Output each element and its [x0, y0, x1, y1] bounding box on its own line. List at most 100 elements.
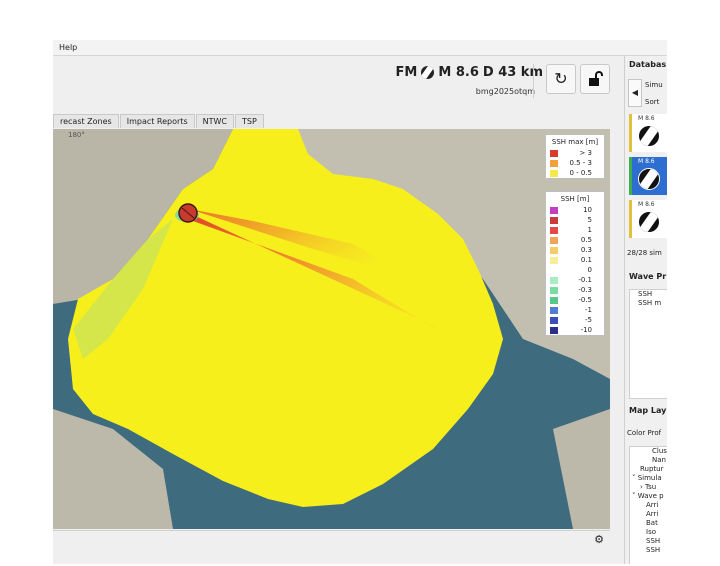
menu-help[interactable]: Help	[59, 43, 77, 52]
tab-tsp[interactable]: TSP	[235, 114, 264, 128]
application-window: Help FM M 8.6 D 43 km bmg2025otqm ↻ reca…	[53, 40, 667, 564]
legend-ssh-label: 0.3	[580, 246, 592, 254]
collapse-button[interactable]: ◀	[628, 79, 642, 107]
legend-ssh-row: 0.3	[546, 245, 604, 255]
right-panel: Databas ◀ Simu Sort M 8.6 M 8.6 M 8.6 28…	[624, 56, 667, 564]
legend-ssh-row: 0.5	[546, 235, 604, 245]
legend-max-swatch	[550, 159, 558, 167]
legend-max-row: 0.5 - 3	[546, 158, 604, 168]
list-item[interactable]: SSH	[638, 290, 667, 299]
legend-ssh-row: 1	[546, 225, 604, 235]
legend-ssh-swatch	[550, 216, 558, 224]
legend-ssh-label: 5	[587, 216, 592, 224]
view-tabs: recast Zones Impact Reports NTWC TSP	[53, 114, 265, 128]
legend-ssh-row: -1	[546, 305, 604, 315]
event-magnitude: M 8.6	[438, 65, 479, 80]
tree-item[interactable]: Bat	[630, 519, 667, 528]
tree-item[interactable]: Ruptur	[630, 465, 667, 474]
legend-ssh-label: -0.5	[578, 296, 592, 304]
legend-max-label: 0 - 0.5	[569, 169, 592, 177]
unlock-icon	[589, 71, 603, 86]
tree-item[interactable]: Arri	[630, 501, 667, 510]
legend-ssh-row: -0.1	[546, 275, 604, 285]
tree-item[interactable]: › Tsu	[630, 483, 667, 492]
tsunami-map[interactable]: 180° SSH max [m] > 3 0.5 - 3 0 - 0.5 SSH […	[53, 129, 610, 529]
legend-ssh-row: 10	[546, 205, 604, 215]
tree-item[interactable]: Nan	[630, 456, 667, 465]
color-profile-label: Color Prof	[627, 429, 662, 437]
legend-ssh-label: 1	[587, 226, 592, 234]
list-item[interactable]: SSH m	[638, 299, 667, 308]
wave-properties-title: Wave Pr	[629, 272, 667, 281]
database-section-title: Databas	[629, 60, 667, 69]
legend-max-label: 0.5 - 3	[569, 159, 592, 167]
card-magnitude: M 8.6	[638, 201, 655, 208]
card-magnitude: M 8.6	[638, 158, 655, 165]
map-canvas: 180°	[53, 129, 610, 529]
refresh-button[interactable]: ↻	[546, 64, 576, 94]
legend-ssh: SSH [m] 10 5 1 0.5 0.3 0.1 0 -0.1 -0.3 -0.5 -1 -5 -1…	[545, 191, 605, 336]
legend-ssh-swatch	[550, 306, 558, 314]
tab-ntwc[interactable]: NTWC	[195, 114, 234, 128]
tab-impact-reports[interactable]: Impact Reports	[119, 114, 195, 128]
tree-item[interactable]: ˅ Wave p	[630, 492, 667, 501]
legend-ssh-swatch	[550, 236, 558, 244]
legend-ssh-swatch	[550, 246, 558, 254]
event-summary: FM M 8.6 D 43 km	[396, 65, 543, 80]
legend-ssh-label: -10	[580, 326, 592, 334]
legend-ssh-label: 0.1	[580, 256, 592, 264]
beachball-icon	[421, 66, 435, 79]
legend-ssh-swatch	[550, 326, 558, 334]
simulation-card[interactable]: M 8.6	[629, 114, 667, 152]
legend-ssh-max-title: SSH max [m]	[551, 138, 599, 146]
legend-ssh-label: 0	[587, 266, 592, 274]
legend-max-row: > 3	[546, 148, 604, 158]
sort-control[interactable]: Sort	[645, 98, 659, 106]
legend-ssh-row: -0.5	[546, 295, 604, 305]
legend-ssh-label: -1	[585, 306, 592, 314]
tree-item[interactable]: SSH	[630, 537, 667, 546]
legend-ssh-label: -0.3	[578, 286, 592, 294]
graticule-label: 180°	[68, 131, 85, 139]
unlock-button[interactable]	[580, 64, 610, 94]
tree-item[interactable]: Iso	[630, 528, 667, 537]
chevron-left-icon: ◀	[631, 88, 639, 97]
legend-ssh-row: -5	[546, 315, 604, 325]
legend-ssh-swatch	[550, 296, 558, 304]
legend-ssh-label: 10	[583, 206, 592, 214]
tree-item[interactable]: Clus	[630, 447, 667, 456]
legend-ssh-row: -0.3	[546, 285, 604, 295]
gear-icon[interactable]: ⚙	[594, 533, 604, 546]
card-magnitude: M 8.6	[638, 115, 655, 122]
legend-ssh-label: -5	[585, 316, 592, 324]
legend-ssh-swatch	[550, 206, 558, 214]
event-prefix: FM	[395, 65, 418, 80]
event-id: bmg2025otqm	[475, 87, 535, 96]
legend-ssh-swatch	[550, 276, 558, 284]
legend-ssh-row: 0	[546, 265, 604, 275]
tree-item[interactable]: SSH	[630, 546, 667, 555]
legend-ssh-swatch	[550, 256, 558, 264]
legend-ssh-swatch	[550, 266, 558, 274]
beachball-icon	[638, 168, 660, 190]
simulation-card[interactable]: M 8.6	[629, 200, 667, 238]
legend-ssh-label: 0.5	[580, 236, 592, 244]
simulation-count: 28/28 sim	[627, 249, 662, 257]
header-divider	[533, 64, 534, 98]
simulation-card-selected[interactable]: M 8.6	[629, 157, 667, 195]
layer-tree: Clus Nan Ruptur ˅ Simula › Tsu ˅ Wave p …	[629, 446, 667, 564]
legend-ssh-row: 5	[546, 215, 604, 225]
map-layers-title: Map Lay	[629, 406, 667, 415]
wave-property-list: SSH SSH m	[629, 289, 667, 399]
legend-ssh-row: 0.1	[546, 255, 604, 265]
beachball-icon	[638, 211, 660, 233]
legend-max-row: 0 - 0.5	[546, 168, 604, 178]
tab-forecast-zones[interactable]: recast Zones	[53, 114, 119, 128]
legend-ssh-title: SSH [m]	[560, 195, 590, 203]
legend-max-label: > 3	[579, 149, 592, 157]
legend-max-swatch	[550, 169, 558, 177]
tree-item[interactable]: Arri	[630, 510, 667, 519]
simulation-filter[interactable]: Simu	[645, 81, 663, 89]
legend-max-swatch	[550, 149, 558, 157]
tree-item[interactable]: ˅ Simula	[630, 474, 667, 483]
